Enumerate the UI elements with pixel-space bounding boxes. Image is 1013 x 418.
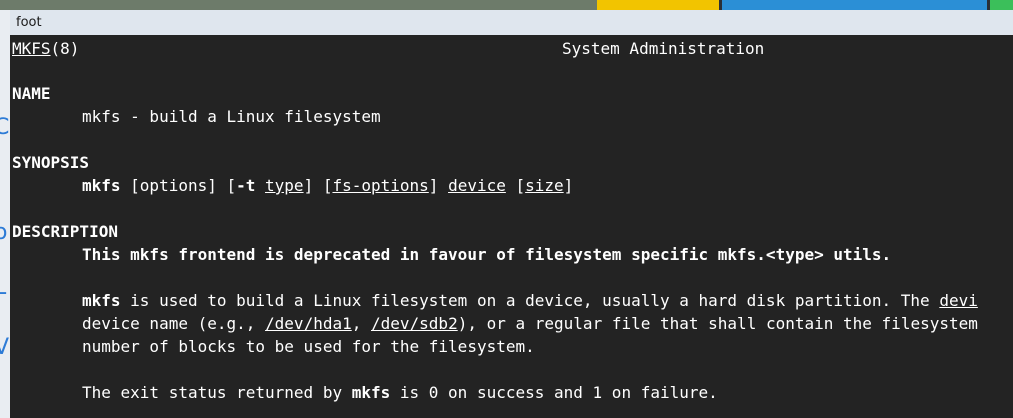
man-section: (8) (50, 39, 80, 58)
desc-text: , (351, 314, 371, 333)
dev-hda1: /dev/hda1 (265, 314, 352, 333)
exit-cmd: mkfs (351, 383, 391, 402)
synopsis-size: size (525, 176, 564, 195)
synopsis-type: type (265, 176, 304, 195)
man-page-name: MKFS (12, 39, 51, 58)
exit-text: The exit status returned by (82, 383, 352, 402)
desc-device-link: devi (939, 291, 978, 310)
exit-status-line: The exit status returned by mkfs is 0 on… (82, 382, 718, 404)
desc-text: device name (e.g., (82, 314, 266, 333)
name-heading: NAME (12, 84, 51, 103)
desktop-background (0, 0, 600, 10)
dev-sdb2: /dev/sdb2 (371, 314, 458, 333)
description-para-line1: mkfs is used to build a Linux filesystem… (82, 290, 978, 312)
synopsis-cmd: mkfs (82, 176, 121, 195)
synopsis-device: device (448, 176, 506, 195)
synopsis-heading: SYNOPSIS (12, 153, 90, 172)
description-heading: DESCRIPTION (12, 222, 118, 241)
terminal-window[interactable]: foot MKFS(8) System Administration NAME … (10, 10, 1013, 418)
synopsis-text: ] (428, 176, 449, 195)
desc-text: ), or a regular file that shall contain … (457, 314, 978, 333)
background-window-blue (722, 0, 987, 10)
name-text: mkfs - build a Linux filesystem (82, 107, 381, 126)
man-header: MKFS(8) (12, 38, 79, 60)
desc-text: is used to build a Linux filesystem on a… (120, 291, 940, 310)
synopsis-opt-t: -t (236, 176, 256, 195)
synopsis-text: [options] [ (120, 176, 237, 195)
description-para-line2: device name (e.g., /dev/hda1, /dev/sdb2)… (82, 313, 978, 335)
synopsis-text: [ (505, 176, 526, 195)
synopsis-line: mkfs [options] [-t type] [fs-options] de… (82, 175, 573, 197)
description-para-line3: number of blocks to be used for the file… (82, 337, 535, 356)
man-header-center: System Administration (562, 39, 765, 58)
window-title: foot (16, 15, 42, 30)
window-titlebar[interactable]: foot (10, 10, 1013, 35)
terminal-content[interactable]: MKFS(8) System Administration NAME mkfs … (10, 35, 1013, 402)
synopsis-text (255, 176, 265, 195)
synopsis-text: ] [ (303, 176, 333, 195)
deprecation-notice: This mkfs frontend is deprecated in favo… (82, 245, 892, 264)
background-window-yellow (597, 0, 719, 10)
synopsis-text: ] (563, 176, 574, 195)
background-window-green (990, 0, 1013, 10)
synopsis-fs-options: fs-options (332, 176, 429, 195)
desc-cmd: mkfs (82, 291, 121, 310)
exit-text: is 0 on success and 1 on failure. (390, 383, 718, 402)
